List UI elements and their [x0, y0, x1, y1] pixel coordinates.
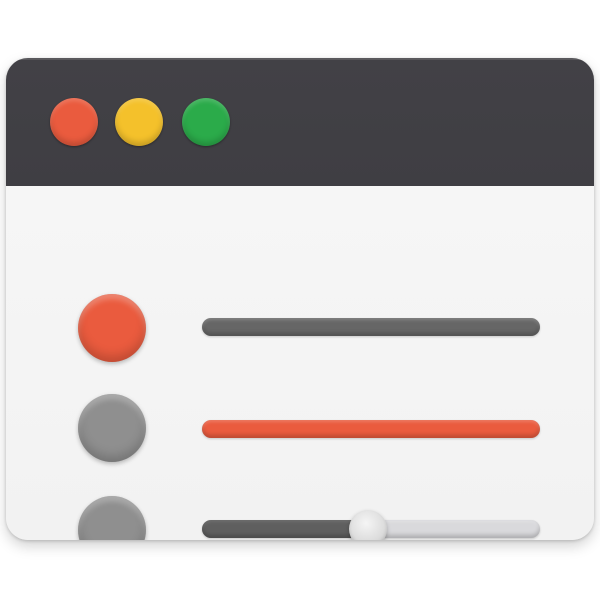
minimize-button[interactable] [115, 98, 163, 146]
row-1-indicator[interactable] [78, 294, 146, 362]
slider-thumb[interactable] [348, 510, 387, 540]
row-3-slider-track[interactable] [202, 510, 540, 540]
window-titlebar [6, 58, 594, 186]
settings-panel [6, 186, 594, 540]
row-1-bar [202, 318, 540, 336]
settings-window [6, 58, 594, 540]
row-3-indicator[interactable] [78, 496, 146, 540]
row-2-bar [202, 420, 540, 438]
row-2-indicator[interactable] [78, 394, 146, 462]
row-3-slider-fill [202, 520, 368, 538]
maximize-button[interactable] [182, 98, 230, 146]
close-button[interactable] [50, 98, 98, 146]
